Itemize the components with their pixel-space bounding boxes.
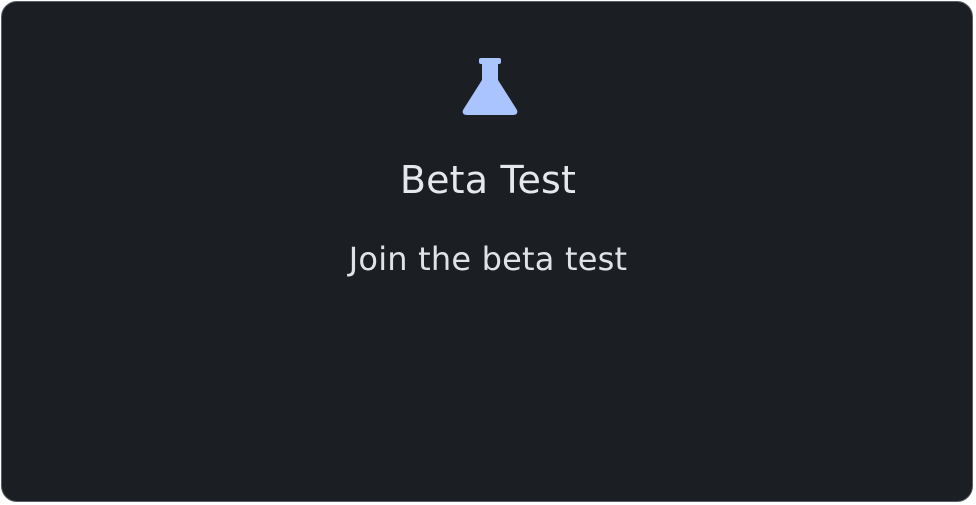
- beta-test-card[interactable]: Beta Test Join the beta test: [1, 1, 973, 502]
- flask-icon: [460, 58, 520, 116]
- card-subtitle: Join the beta test: [348, 240, 628, 278]
- card-title: Beta Test: [399, 158, 577, 202]
